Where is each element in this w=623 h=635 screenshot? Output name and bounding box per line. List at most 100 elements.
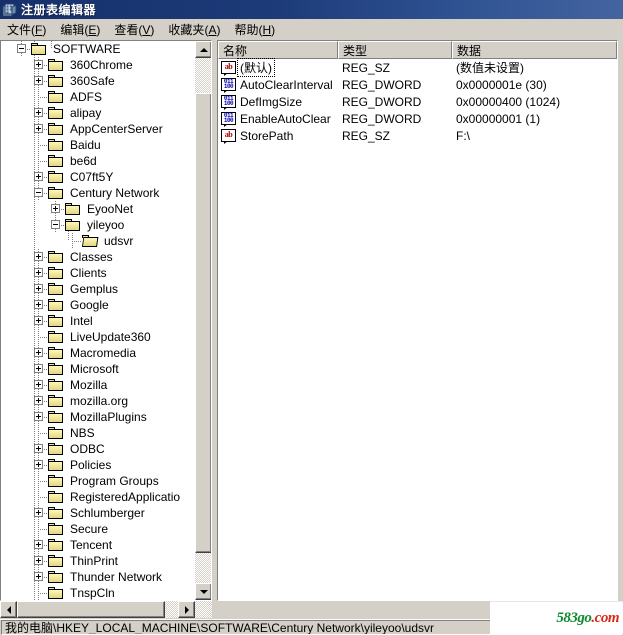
tree-node-nbs[interactable]: NBS <box>1 425 195 441</box>
expand-icon[interactable] <box>34 60 43 69</box>
tree-node-mozilla-org[interactable]: mozilla.org <box>1 393 195 409</box>
expand-icon[interactable] <box>34 556 43 565</box>
tree-node-program-groups[interactable]: Program Groups <box>1 473 195 489</box>
expand-icon[interactable] <box>34 316 43 325</box>
tree-horizontal-scrollbar[interactable] <box>0 601 212 618</box>
tree-node-label: Schlumberger <box>70 506 145 520</box>
menu-edit[interactable]: 编辑(E) <box>53 19 107 40</box>
tree-scroll-right-button[interactable] <box>178 601 195 618</box>
value-data: F:\ <box>456 128 470 143</box>
tree-node-thunder-network[interactable]: Thunder Network <box>1 569 195 585</box>
tree-node-gemplus[interactable]: Gemplus <box>1 281 195 297</box>
folder-icon <box>48 411 64 424</box>
expand-icon[interactable] <box>34 508 43 517</box>
arrow-left-icon <box>6 605 11 614</box>
expand-icon[interactable] <box>34 444 43 453</box>
tree-hscroll-thumb[interactable] <box>17 601 165 618</box>
tree-node-yileyoo[interactable]: yileyoo <box>1 217 195 233</box>
tree-scroll-left-button[interactable] <box>0 601 17 618</box>
tree-node-schlumberger[interactable]: Schlumberger <box>1 505 195 521</box>
menu-view-label: 查看 <box>114 22 139 37</box>
menu-favorites[interactable]: 收藏夹(A) <box>161 19 227 40</box>
arrow-up-icon <box>199 47 208 52</box>
tree-node-baidu[interactable]: Baidu <box>1 137 195 153</box>
tree-node-c07ft5y[interactable]: C07ft5Y <box>1 169 195 185</box>
tree-node-alipay[interactable]: alipay <box>1 105 195 121</box>
tree-node-software[interactable]: SOFTWARE <box>1 41 195 57</box>
expand-icon[interactable] <box>34 124 43 133</box>
expand-icon[interactable] <box>34 460 43 469</box>
expand-icon[interactable] <box>34 76 43 85</box>
tree-guide-segment <box>38 137 39 153</box>
collapse-icon[interactable] <box>51 220 60 229</box>
expand-icon[interactable] <box>34 348 43 357</box>
value-row[interactable]: 011 100 AutoClearInterval REG_DWORD 0x000000… <box>218 76 617 93</box>
expand-icon[interactable] <box>34 540 43 549</box>
expand-icon[interactable] <box>51 204 60 213</box>
tree-node-liveupdate360[interactable]: LiveUpdate360 <box>1 329 195 345</box>
expand-icon[interactable] <box>34 396 43 405</box>
tree-node-google[interactable]: Google <box>1 297 195 313</box>
window-title: 注册表编辑器 <box>21 3 97 17</box>
expand-icon[interactable] <box>34 172 43 181</box>
tree-node-360safe[interactable]: 360Safe <box>1 73 195 89</box>
expand-icon[interactable] <box>34 572 43 581</box>
column-name[interactable]: 名称 <box>218 41 338 59</box>
value-row[interactable]: 011 100 DefImgSize REG_DWORD 0x00000400 (102… <box>218 93 617 110</box>
tree-node-intel[interactable]: Intel <box>1 313 195 329</box>
folder-icon <box>48 379 64 392</box>
tree-node-tnspcln[interactable]: TnspCln <box>1 585 195 600</box>
tree-node-label: yileyoo <box>87 218 125 232</box>
menu-view[interactable]: 查看(V) <box>107 19 161 40</box>
tree-node-appcenterserver[interactable]: AppCenterServer <box>1 121 195 137</box>
tree-node-century-network[interactable]: Century Network <box>1 185 195 201</box>
tree-vscroll-thumb[interactable] <box>195 93 211 553</box>
watermark-tld: .com <box>591 609 619 626</box>
menu-file[interactable]: 文件(F) <box>0 19 53 40</box>
menu-favorites-label: 收藏夹 <box>168 22 205 37</box>
expand-icon[interactable] <box>34 108 43 117</box>
tree-node-be6d[interactable]: be6d <box>1 153 195 169</box>
expand-icon[interactable] <box>34 252 43 261</box>
tree-node-registeredapplicatio[interactable]: RegisteredApplicatio <box>1 489 195 505</box>
expand-icon[interactable] <box>34 300 43 309</box>
expand-icon[interactable] <box>34 268 43 277</box>
tree-node-clients[interactable]: Clients <box>1 265 195 281</box>
tree-node-tencent[interactable]: Tencent <box>1 537 195 553</box>
tree-node-label: Mozilla <box>70 378 108 392</box>
folder-icon <box>48 331 64 344</box>
tree-node-adfs[interactable]: ADFS <box>1 89 195 105</box>
tree-node-policies[interactable]: Policies <box>1 457 195 473</box>
tree-node-label: C07ft5Y <box>70 170 114 184</box>
value-row[interactable]: 011 100 EnableAutoClear REG_DWORD 0x00000001… <box>218 110 617 127</box>
value-row[interactable]: ab StorePath REG_SZ F:\ <box>218 127 617 144</box>
column-type[interactable]: 类型 <box>338 41 452 59</box>
expand-icon[interactable] <box>34 380 43 389</box>
tree-scroll-up-button[interactable] <box>195 41 211 58</box>
tree-node-odbc[interactable]: ODBC <box>1 441 195 457</box>
expand-icon[interactable] <box>34 412 43 421</box>
tree-node-360chrome[interactable]: 360Chrome <box>1 57 195 73</box>
value-type: REG_DWORD <box>342 111 422 126</box>
folder-icon <box>48 251 64 264</box>
collapse-icon[interactable] <box>34 188 43 197</box>
tree-node-thinprint[interactable]: ThinPrint <box>1 553 195 569</box>
tree-node-udsvr[interactable]: udsvr <box>1 233 195 249</box>
tree-vertical-scrollbar[interactable] <box>195 41 211 600</box>
tree-node-microsoft[interactable]: Microsoft <box>1 361 195 377</box>
tree-node-mozillaplugins[interactable]: MozillaPlugins <box>1 409 195 425</box>
column-data[interactable]: 数据 <box>452 41 617 59</box>
tree-node-label: Clients <box>70 266 107 280</box>
collapse-icon[interactable] <box>17 44 26 53</box>
tree-scroll-down-button[interactable] <box>195 583 211 600</box>
tree-node-macromedia[interactable]: Macromedia <box>1 345 195 361</box>
expand-icon[interactable] <box>34 284 43 293</box>
value-row[interactable]: ab (默认) REG_SZ (数值未设置) <box>218 58 617 77</box>
tree-node-classes[interactable]: Classes <box>1 249 195 265</box>
tree-node-mozilla[interactable]: Mozilla <box>1 377 195 393</box>
tree-node-secure[interactable]: Secure <box>1 521 195 537</box>
tree-node-eyoonet[interactable]: EyooNet <box>1 201 195 217</box>
expand-icon[interactable] <box>34 364 43 373</box>
menu-help[interactable]: 帮助(H) <box>227 19 282 40</box>
registry-tree[interactable]: SOFTWARE 360Chrome 360Safe ADFS alipay AppCen… <box>1 41 195 600</box>
